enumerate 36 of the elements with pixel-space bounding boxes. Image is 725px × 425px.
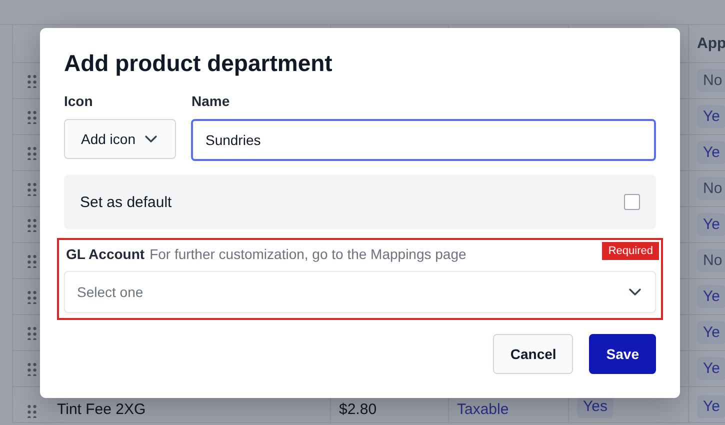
drag-handle-icon[interactable] <box>27 326 37 340</box>
drag-handle-icon[interactable] <box>27 362 37 376</box>
field-label: Name <box>191 93 231 109</box>
drag-handle-icon[interactable] <box>27 146 37 160</box>
drag-handle-icon[interactable] <box>27 290 37 304</box>
drag-handle-icon[interactable] <box>27 182 37 196</box>
field-label: Icon <box>64 93 94 109</box>
drag-handle-icon[interactable] <box>27 404 37 418</box>
field-hint: For further customization, go to the Mappings page <box>150 246 466 262</box>
dialog-title: Add product department <box>64 50 334 77</box>
drag-handle-icon[interactable] <box>27 74 37 88</box>
checkbox[interactable] <box>624 194 640 210</box>
status-badge: Ye <box>697 105 725 128</box>
cancel-button[interactable]: Cancel <box>493 334 574 374</box>
drag-handle-icon[interactable] <box>27 254 37 268</box>
table-cell: Taxable <box>457 401 509 418</box>
status-badge: Ye <box>697 213 725 236</box>
required-badge: Required <box>602 242 659 260</box>
status-badge: Ye <box>697 285 725 308</box>
status-badge: No <box>697 69 725 92</box>
status-badge: Ye <box>697 141 725 164</box>
field-label: GL Account <box>66 246 145 262</box>
table-cell: $2.80 <box>339 401 377 418</box>
status-badge: No <box>697 249 725 272</box>
save-button[interactable]: Save <box>589 334 656 374</box>
gl-account-select[interactable]: Select one <box>64 271 656 313</box>
add-icon-button[interactable]: Add icon <box>64 119 176 159</box>
status-badge: Ye <box>697 357 725 380</box>
drag-handle-icon[interactable] <box>27 218 37 232</box>
status-badge: Ye <box>697 395 725 418</box>
status-badge: Ye <box>697 321 725 344</box>
option-label: Set as default <box>80 194 172 210</box>
name-field[interactable]: Sundries <box>191 119 656 161</box>
table-cell: Tint Fee 2XG <box>57 401 146 418</box>
drag-handle-icon[interactable] <box>27 110 37 124</box>
status-badge: No <box>697 177 725 200</box>
